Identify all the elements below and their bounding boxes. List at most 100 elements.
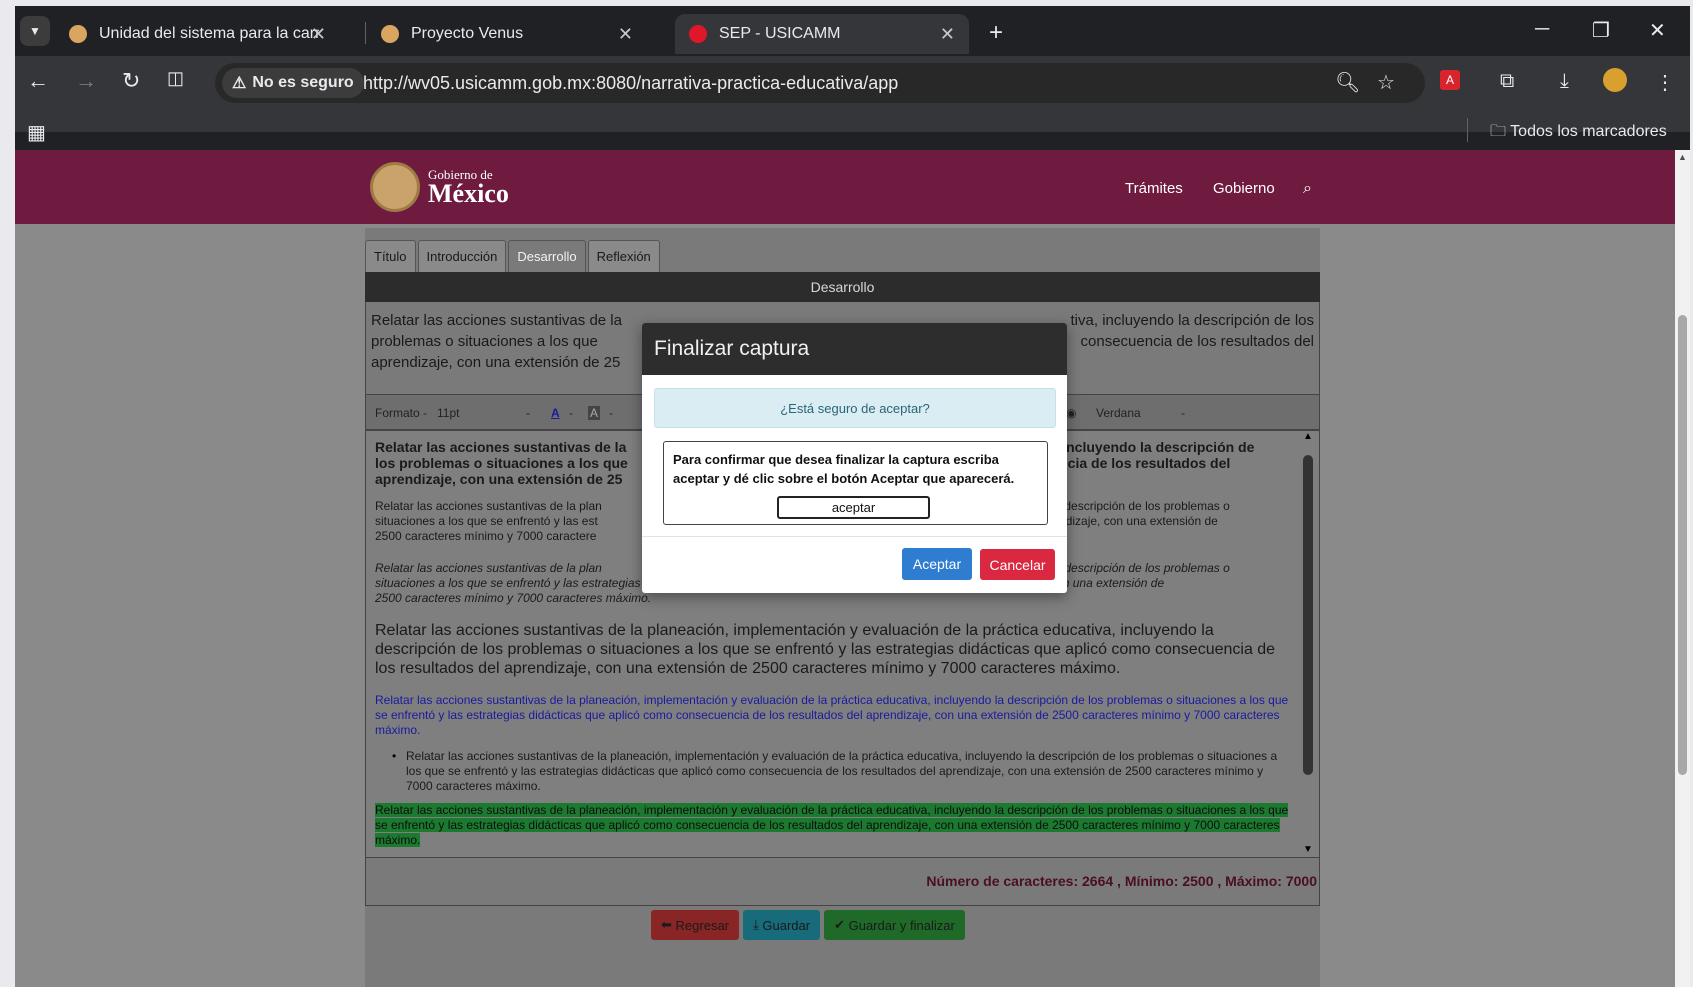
zoom-icon[interactable]: 🔍︎: [1335, 70, 1360, 95]
back-icon[interactable]: ←: [27, 68, 49, 94]
tab-introduccion[interactable]: Introducción: [417, 240, 507, 272]
close-tab-icon[interactable]: ✕: [618, 24, 633, 45]
browser-window: ▼ Unidad del sistema para la carrera ✕ P…: [15, 6, 1690, 987]
tab-separator: [365, 22, 366, 44]
tab-title: Unidad del sistema para la carrera: [99, 25, 319, 42]
tab-titulo[interactable]: Título: [365, 240, 416, 272]
close-tab-icon[interactable]: ✕: [311, 24, 326, 45]
close-tab-icon[interactable]: ✕: [940, 24, 955, 45]
browser-toolbar: ← → ↻ ◫ ⚠ No es seguro http://wv05.usica…: [15, 56, 1690, 132]
all-bookmarks[interactable]: 🗀 Todos los marcadores: [1490, 120, 1667, 147]
font-size-chevron-icon[interactable]: -: [526, 406, 530, 420]
small-line-1-right: do la descripción de los problemas o: [1035, 499, 1230, 513]
confirm-text-input[interactable]: [777, 496, 930, 519]
character-count-row: Número de caracteres: 2664 , Mínimo: 250…: [365, 858, 1320, 906]
tab-proyecto-venus[interactable]: Proyecto Venus ✕: [367, 14, 647, 54]
preview-icon[interactable]: ◉: [1066, 406, 1076, 420]
accept-button[interactable]: Aceptar: [902, 548, 972, 580]
tab-title: Proyecto Venus: [411, 25, 524, 42]
desc-left-1: Relatar las acciones sustantivas de la: [371, 312, 622, 329]
bookmarks-label: Todos los marcadores: [1510, 123, 1667, 140]
split-view-icon[interactable]: ◫: [167, 68, 184, 89]
font-family-chevron-icon[interactable]: -: [1181, 406, 1185, 420]
gov-logo[interactable]: Gobierno de México: [370, 162, 509, 212]
small-line-3: 2500 caracteres mínimo y 7000 caractere: [375, 529, 597, 543]
scroll-down-icon[interactable]: ▼: [1303, 844, 1313, 855]
bookmark-star-icon[interactable]: ☆: [1377, 70, 1395, 95]
address-bar[interactable]: ⚠ No es seguro http://wv05.usicamm.gob.m…: [215, 63, 1425, 103]
cancel-button[interactable]: Cancelar: [980, 549, 1055, 580]
font-family-dropdown[interactable]: Verdana: [1096, 406, 1141, 420]
form-tabs: Título Introducción Desarrollo Reflexión: [365, 240, 662, 272]
bold-line-3: aprendizaje, con una extensión de 25: [375, 471, 623, 487]
bold-line-1-right: iva, incluyendo la descripción de: [1035, 439, 1255, 455]
editor-scroll-thumb[interactable]: [1303, 455, 1313, 775]
editor-blue-paragraph: Relatar las acciones sustantivas de la p…: [375, 693, 1289, 737]
highlighted-text: Relatar las acciones sustantivas de la p…: [375, 803, 1289, 847]
bullet-dot-icon: •: [392, 749, 397, 763]
scroll-up-icon[interactable]: ▲: [1303, 431, 1313, 442]
logo-big-text: México: [428, 178, 509, 208]
desc-left-2: problemas o situaciones a los que: [371, 333, 598, 350]
url-text[interactable]: http://wv05.usicamm.gob.mx:8080/narrativ…: [363, 73, 898, 94]
restore-icon[interactable]: ❐: [1592, 18, 1610, 43]
new-tab-icon[interactable]: +: [989, 19, 1003, 47]
forward-icon[interactable]: →: [75, 68, 97, 94]
highlight-color-icon[interactable]: A: [588, 406, 601, 420]
profile-avatar[interactable]: [1603, 68, 1627, 92]
menu-kebab-icon[interactable]: ⋮: [1655, 70, 1675, 95]
modal-confirm-box: Para confirmar que desea finalizar la ca…: [663, 441, 1048, 525]
tab-favicon-icon: [69, 25, 87, 43]
mexico-seal-icon: [370, 162, 420, 212]
modal-divider: [642, 536, 1067, 537]
tab-strip: ▼ Unidad del sistema para la carrera ✕ P…: [15, 6, 1690, 56]
tab-favicon-icon: [381, 25, 399, 43]
gov-header: Gobierno de México Trámites Gobierno ⌕: [15, 150, 1675, 224]
editor-scrollbar[interactable]: ▲ ▼: [1301, 431, 1315, 855]
tab-usicamm-unidad[interactable]: Unidad del sistema para la carrera ✕: [55, 14, 340, 54]
tab-favicon-icon: [689, 25, 707, 43]
pdf-extension-icon[interactable]: A: [1440, 70, 1460, 90]
text-color-icon[interactable]: A: [551, 406, 560, 420]
highlight-chevron-icon[interactable]: -: [609, 406, 613, 420]
finalize-modal: Finalizar captura ¿Está seguro de acepta…: [642, 323, 1067, 593]
page-viewport: Gobierno de México Trámites Gobierno ⌕ T…: [15, 150, 1690, 987]
back-button[interactable]: ⬅ Regresar: [651, 910, 739, 940]
tab-desarrollo[interactable]: Desarrollo: [508, 240, 586, 272]
editor-large-paragraph: Relatar las acciones sustantivas de la p…: [375, 622, 1276, 677]
page-scroll-thumb[interactable]: [1678, 315, 1687, 775]
check-icon: ✔: [834, 917, 845, 932]
search-icon[interactable]: ⌕: [1303, 180, 1312, 198]
page-scroll-up-icon[interactable]: ▲: [1678, 152, 1687, 162]
tab-sep-usicamm[interactable]: SEP - USICAMM ✕: [675, 14, 969, 54]
nav-tramites[interactable]: Trámites: [1125, 180, 1183, 197]
apps-grid-icon[interactable]: ▦: [27, 120, 46, 145]
extensions-icon[interactable]: ⧉: [1500, 70, 1514, 93]
tab-reflexion[interactable]: Reflexión: [587, 240, 660, 272]
italic-line-3: 2500 caracteres mínimo y 7000 caracteres…: [375, 591, 652, 605]
small-line-2: situaciones a los que se enfrentó y las …: [375, 514, 598, 528]
small-line-2-right: aprendizaje, con una extensión de: [1035, 514, 1218, 528]
italic-line-1-right: do la descripción de los problemas o: [1035, 561, 1230, 575]
nav-gobierno[interactable]: Gobierno: [1213, 180, 1275, 197]
format-dropdown[interactable]: Formato -: [375, 406, 427, 420]
reload-icon[interactable]: ↻: [122, 68, 140, 94]
bold-line-1: Relatar las acciones sustantivas de la: [375, 439, 627, 455]
character-counts: Número de caracteres: 2664 , Mínimo: 250…: [926, 873, 1317, 889]
security-chip[interactable]: ⚠ No es seguro: [222, 68, 364, 98]
save-button[interactable]: ⤓ Guardar: [743, 910, 821, 940]
save-finish-button[interactable]: ✔ Guardar y finalizar: [824, 910, 965, 940]
editor-bullet-item: Relatar las acciones sustantivas de la p…: [406, 749, 1278, 793]
download-icon[interactable]: ⤓: [1560, 70, 1569, 93]
security-label: No es seguro: [252, 74, 354, 91]
close-window-icon[interactable]: ✕: [1649, 18, 1666, 43]
bookmarks-separator: [1467, 118, 1468, 142]
small-line-1: Relatar las acciones sustantivas de la p…: [375, 499, 602, 513]
minimize-icon[interactable]: ─: [1535, 18, 1549, 41]
bold-line-2: los problemas o situaciones a los que: [375, 455, 628, 471]
desc-left-3: aprendizaje, con una extensión de 25: [371, 354, 621, 371]
text-color-chevron-icon[interactable]: -: [569, 406, 573, 420]
tab-search-icon[interactable]: ▼: [20, 16, 50, 46]
page-scrollbar[interactable]: ▲ ▼: [1675, 150, 1690, 987]
font-size-dropdown[interactable]: 11pt: [437, 406, 459, 420]
